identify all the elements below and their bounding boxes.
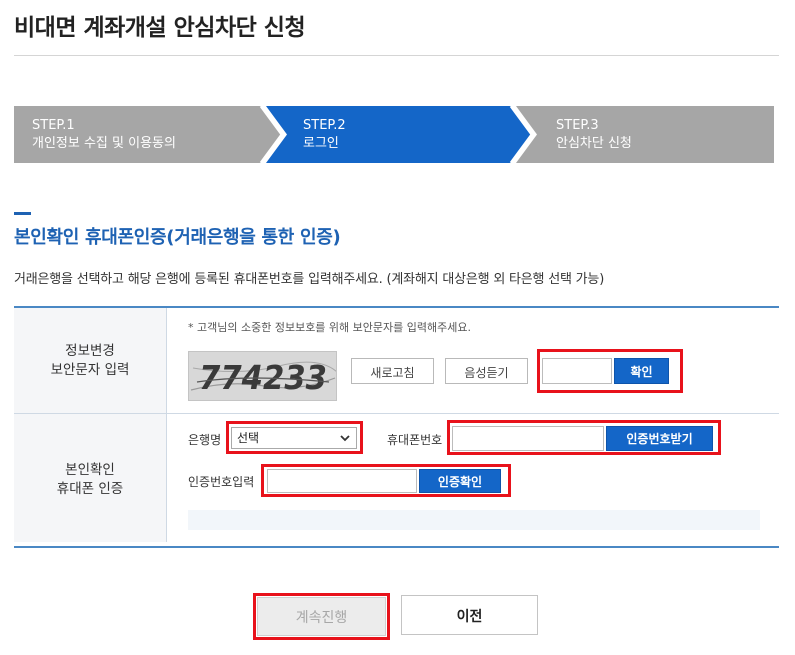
captcha-graphic: 774233: [189, 352, 336, 400]
step-3-number: STEP.3: [556, 118, 599, 133]
captcha-row-heading-line2: 보안문자 입력: [50, 362, 130, 378]
code-label: 인증번호입력: [188, 475, 255, 489]
captcha-input[interactable]: [542, 358, 612, 384]
verify-code-button[interactable]: 인증확인: [419, 469, 501, 493]
row-divider: [14, 413, 779, 414]
code-input[interactable]: [267, 469, 417, 493]
captcha-note: * 고객님의 소중한 정보보호를 위해 보안문자를 입력해주세요.: [188, 321, 471, 334]
title-divider: [14, 55, 779, 56]
step-3-background: [516, 106, 774, 163]
step-1-label: 개인정보 수집 및 이용동의: [32, 136, 176, 151]
captcha-row-heading: 정보변경 보안문자 입력: [14, 342, 166, 380]
page-title: 비대면 계좌개설 안심차단 신청: [14, 15, 306, 41]
captcha-row-heading-line1: 정보변경: [65, 343, 115, 359]
bank-label: 은행명: [188, 433, 222, 447]
section-title-mark: [14, 212, 31, 215]
section-title: 본인확인 휴대폰인증(거래은행을 통한 인증): [14, 227, 341, 248]
step-1: STEP.1 개인정보 수집 및 이용동의: [32, 117, 176, 153]
info-strip: [188, 510, 760, 530]
chevron-down-icon: [340, 435, 350, 442]
previous-button[interactable]: 이전: [401, 595, 538, 635]
step-2-number: STEP.2: [303, 118, 346, 133]
phone-label: 휴대폰번호: [387, 433, 443, 447]
step-1-number: STEP.1: [32, 118, 75, 133]
step-3-label: 안심차단 신청: [556, 136, 632, 151]
phone-row-heading-line2: 휴대폰 인증: [56, 481, 124, 497]
captcha-refresh-button[interactable]: 새로고침: [351, 358, 434, 384]
bank-select[interactable]: 선택: [231, 427, 357, 449]
captcha-image: 774233: [188, 351, 337, 401]
step-2: STEP.2 로그인: [303, 117, 346, 153]
phone-number-input[interactable]: [452, 426, 604, 451]
step-2-label: 로그인: [303, 136, 339, 151]
step-3: STEP.3 안심차단 신청: [556, 117, 632, 153]
section-description: 거래은행을 선택하고 해당 은행에 등록된 휴대폰번호를 입력해주세요. (계좌…: [14, 272, 605, 287]
phone-row-heading: 본인확인 휴대폰 인증: [14, 461, 166, 499]
continue-button[interactable]: 계속진행: [257, 597, 386, 636]
captcha-confirm-button[interactable]: 확인: [614, 358, 669, 384]
column-divider: [166, 308, 167, 542]
request-code-button[interactable]: 인증번호받기: [606, 426, 713, 451]
captcha-audio-button[interactable]: 음성듣기: [445, 358, 528, 384]
bank-select-value: 선택: [237, 431, 260, 445]
phone-row-heading-line1: 본인확인: [65, 462, 115, 478]
step-indicator: STEP.1 개인정보 수집 및 이용동의 STEP.2 로그인 STEP.3 …: [14, 106, 774, 163]
